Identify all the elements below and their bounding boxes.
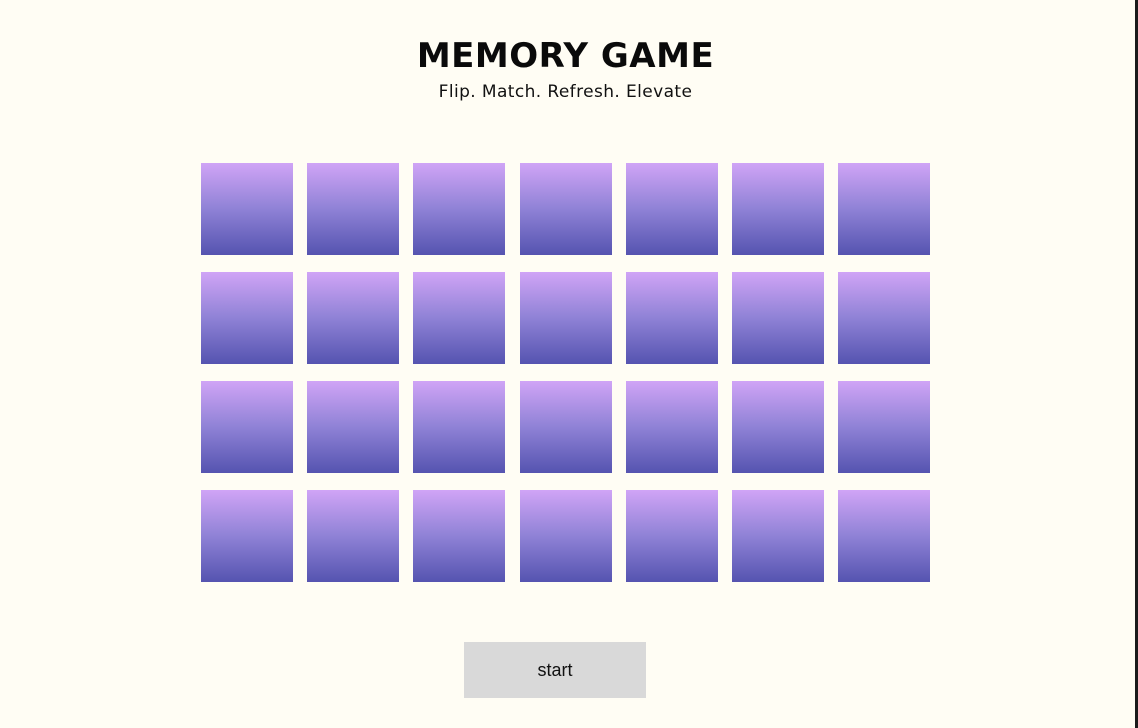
game-header: MEMORY GAME Flip. Match. Refresh. Elevat…	[0, 36, 1131, 103]
memory-card[interactable]	[731, 490, 824, 582]
memory-card[interactable]	[519, 163, 612, 255]
memory-card[interactable]	[413, 381, 506, 473]
memory-card[interactable]	[413, 163, 506, 255]
memory-card[interactable]	[838, 490, 931, 582]
memory-card[interactable]	[519, 272, 612, 364]
memory-card[interactable]	[838, 381, 931, 473]
memory-card[interactable]	[201, 272, 293, 364]
memory-card[interactable]	[519, 490, 612, 582]
memory-card[interactable]	[838, 272, 931, 364]
card-grid	[201, 163, 931, 582]
start-button[interactable]: start	[464, 642, 646, 698]
memory-card[interactable]	[731, 272, 824, 364]
memory-card[interactable]	[731, 381, 824, 473]
memory-card[interactable]	[731, 163, 824, 255]
memory-card[interactable]	[413, 490, 506, 582]
game-title: MEMORY GAME	[416, 36, 715, 76]
memory-card[interactable]	[307, 490, 400, 582]
memory-card[interactable]	[838, 163, 931, 255]
memory-card[interactable]	[307, 163, 400, 255]
memory-card[interactable]	[625, 163, 718, 255]
memory-card[interactable]	[625, 490, 718, 582]
memory-card[interactable]	[519, 381, 612, 473]
memory-card[interactable]	[307, 272, 400, 364]
game-subtitle: Flip. Match. Refresh. Elevate	[438, 82, 693, 102]
memory-card[interactable]	[201, 163, 293, 255]
memory-card[interactable]	[625, 272, 718, 364]
memory-card[interactable]	[625, 381, 718, 473]
memory-card[interactable]	[201, 490, 293, 582]
memory-card[interactable]	[201, 381, 293, 473]
memory-card[interactable]	[413, 272, 506, 364]
memory-card[interactable]	[307, 381, 400, 473]
